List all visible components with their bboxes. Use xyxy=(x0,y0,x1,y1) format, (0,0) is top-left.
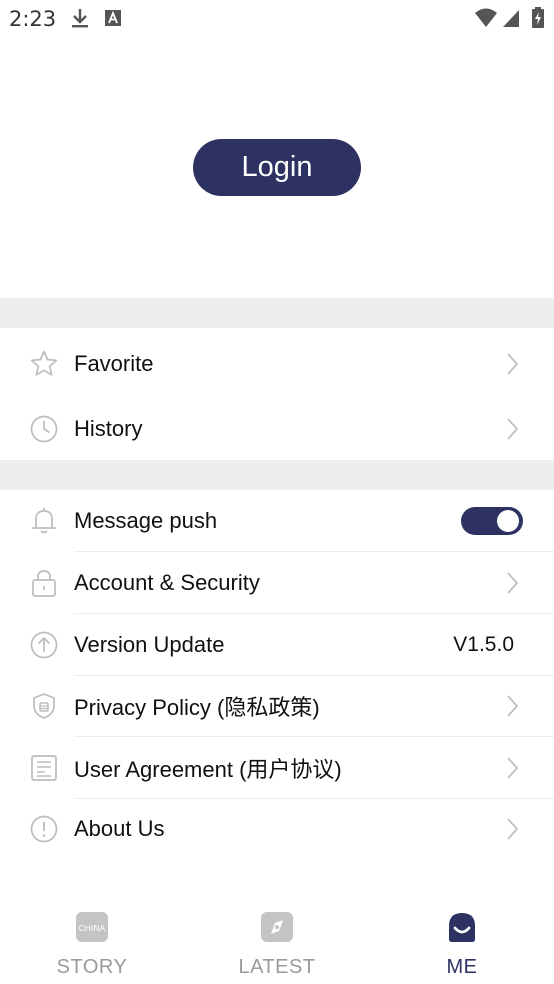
chevron-right-icon xyxy=(502,351,522,377)
document-icon xyxy=(29,753,59,783)
status-time: 2:23 xyxy=(9,7,57,31)
chevron-right-icon xyxy=(502,570,522,596)
tab-latest[interactable]: LATEST xyxy=(207,896,347,984)
signal-icon xyxy=(503,10,519,27)
chevron-right-icon xyxy=(502,693,522,719)
status-bar: 2:23 xyxy=(0,0,554,38)
version-value: V1.5.0 xyxy=(453,633,514,656)
lock-icon xyxy=(29,568,59,598)
menu-label: Account & Security xyxy=(74,570,260,595)
menu-item-version-update[interactable]: Version Update V1.5.0 xyxy=(0,614,554,676)
battery-icon xyxy=(532,7,544,28)
star-icon xyxy=(29,349,59,379)
menu-label: Favorite xyxy=(74,351,154,376)
download-icon xyxy=(72,9,88,28)
menu-item-user-agreement[interactable]: User Agreement (用户协议) xyxy=(0,737,554,799)
section-divider xyxy=(0,460,554,490)
menu-label: Version Update xyxy=(74,632,225,657)
tab-label: LATEST xyxy=(238,956,316,978)
text-icon xyxy=(105,10,121,26)
chevron-right-icon xyxy=(502,755,522,781)
menu-label: About Us xyxy=(74,816,165,841)
menu-item-account-security[interactable]: Account & Security xyxy=(0,552,554,614)
china-badge-text: CHINA xyxy=(79,923,106,933)
bottom-tab-bar: CHINA STORY LATEST ME xyxy=(0,896,554,984)
login-button[interactable]: Login xyxy=(193,139,361,196)
shield-icon xyxy=(29,691,59,721)
wifi-icon xyxy=(475,8,497,27)
china-badge-icon: CHINA xyxy=(76,911,108,943)
tab-label: STORY xyxy=(56,956,128,978)
menu-item-about-us[interactable]: About Us xyxy=(0,798,554,860)
menu-item-history[interactable]: History xyxy=(0,398,554,460)
section-divider xyxy=(0,298,554,328)
menu-label: History xyxy=(74,416,143,441)
user-face-icon xyxy=(446,911,478,943)
chevron-right-icon xyxy=(502,416,522,442)
tab-label: ME xyxy=(446,956,478,978)
menu-item-message-push: Message push xyxy=(0,490,554,552)
menu-label: Privacy Policy (隐私政策) xyxy=(74,695,320,720)
message-push-toggle[interactable] xyxy=(461,507,523,535)
menu-item-privacy-policy[interactable]: Privacy Policy (隐私政策) xyxy=(0,675,554,737)
clock-icon xyxy=(29,414,59,444)
compass-icon xyxy=(261,911,293,943)
menu-item-favorite[interactable]: Favorite xyxy=(0,333,554,395)
tab-me[interactable]: ME xyxy=(392,896,532,984)
info-circle-icon xyxy=(29,814,59,844)
tab-story[interactable]: CHINA STORY xyxy=(22,896,162,984)
menu-label: User Agreement (用户协议) xyxy=(74,757,342,782)
bell-icon xyxy=(29,506,59,536)
toggle-knob xyxy=(497,510,519,532)
arrow-up-circle-icon xyxy=(29,630,59,660)
menu-label: Message push xyxy=(74,508,218,533)
chevron-right-icon xyxy=(502,816,522,842)
